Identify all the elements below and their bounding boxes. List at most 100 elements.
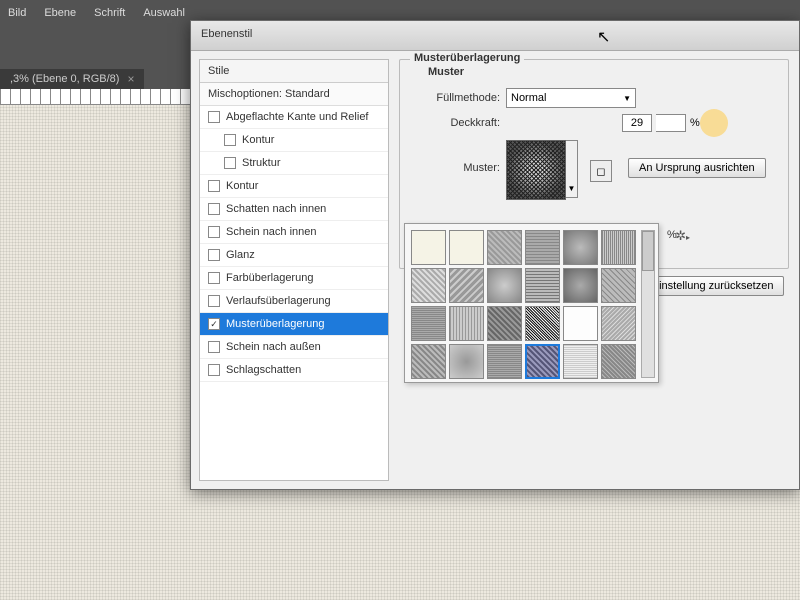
pattern-thumb[interactable]	[411, 268, 446, 303]
style-row-label: Schlagschatten	[226, 364, 301, 376]
menu-item-bild[interactable]: Bild	[8, 7, 26, 19]
pattern-thumb[interactable]	[601, 268, 636, 303]
style-row-label: Glanz	[226, 249, 255, 261]
checkbox[interactable]	[208, 341, 220, 353]
pattern-thumb[interactable]	[525, 268, 560, 303]
pattern-thumb[interactable]	[449, 306, 484, 341]
pattern-thumb[interactable]	[601, 306, 636, 341]
style-row-label: Verlaufsüberlagerung	[226, 295, 331, 307]
style-row-abgeflachte-kante-und-relief[interactable]: Abgeflachte Kante und Relief	[200, 106, 388, 129]
menu-item-auswahl[interactable]: Auswahl	[143, 7, 185, 19]
document-tab[interactable]: ,3% (Ebene 0, RGB/8) ×	[0, 69, 144, 89]
chevron-down-icon: ▼	[623, 94, 631, 103]
blend-mode-row: Füllmethode: Normal ▼	[410, 88, 778, 108]
pattern-dropdown-arrow[interactable]: ▼	[566, 140, 578, 198]
pattern-swatch[interactable]	[506, 140, 566, 200]
pattern-label: Muster:	[410, 140, 500, 174]
style-row-struktur[interactable]: Struktur	[200, 152, 388, 175]
checkbox[interactable]	[224, 134, 236, 146]
pattern-thumb[interactable]	[525, 306, 560, 341]
close-icon[interactable]: ×	[127, 72, 134, 86]
style-row-schein-nach-innen[interactable]: Schein nach innen	[200, 221, 388, 244]
checkbox[interactable]	[208, 203, 220, 215]
new-preset-button[interactable]: ◻	[590, 160, 612, 182]
style-row-label: Struktur	[242, 157, 281, 169]
scrollbar-thumb[interactable]	[642, 231, 654, 271]
pattern-thumb[interactable]	[563, 230, 598, 265]
pattern-thumb[interactable]	[487, 306, 522, 341]
pattern-thumb[interactable]	[601, 344, 636, 379]
pattern-thumb[interactable]	[563, 344, 598, 379]
menu-item-ebene[interactable]: Ebene	[44, 7, 76, 19]
pattern-thumb[interactable]	[411, 344, 446, 379]
style-row-label: Abgeflachte Kante und Relief	[226, 111, 369, 123]
styles-list: Stile Mischoptionen: Standard Abgeflacht…	[199, 59, 389, 481]
menu-item-schrift[interactable]: Schrift	[94, 7, 125, 19]
blend-mode-select[interactable]: Normal ▼	[506, 88, 636, 108]
style-row-verlaufs-berlagerung[interactable]: Verlaufsüberlagerung	[200, 290, 388, 313]
fieldset-sublegend: Muster	[424, 66, 468, 78]
document-tab-label: ,3% (Ebene 0, RGB/8)	[10, 73, 119, 85]
style-row-kontur[interactable]: Kontur	[200, 129, 388, 152]
style-row-muster-berlagerung[interactable]: ✓ Musterüberlagerung	[200, 313, 388, 336]
checkbox[interactable]	[208, 180, 220, 192]
style-row-label: Schein nach innen	[226, 226, 317, 238]
pattern-thumb[interactable]	[601, 230, 636, 265]
fieldset-legend: Musterüberlagerung	[410, 52, 524, 64]
opacity-label: Deckkraft:	[410, 117, 500, 129]
style-row-label: Schatten nach innen	[226, 203, 326, 215]
style-row-label: Schein nach außen	[226, 341, 321, 353]
layer-style-dialog: Ebenenstil Stile Mischoptionen: Standard…	[190, 20, 800, 490]
style-row-schatten-nach-innen[interactable]: Schatten nach innen	[200, 198, 388, 221]
dialog-title: Ebenenstil	[191, 21, 799, 51]
picker-scrollbar[interactable]	[641, 230, 655, 378]
ruler-horizontal	[0, 89, 190, 105]
pattern-picker-popup: ✲▸	[404, 223, 659, 383]
checkbox[interactable]	[208, 249, 220, 261]
style-row-label: Farbüberlagerung	[226, 272, 313, 284]
pattern-thumb[interactable]	[487, 344, 522, 379]
gear-icon[interactable]: ✲▸	[675, 228, 690, 244]
pattern-row: Muster: ▼ ◻ An Ursprung ausrichten	[410, 140, 778, 200]
checkbox[interactable]: ✓	[208, 318, 220, 330]
pattern-thumb[interactable]	[563, 268, 598, 303]
page-icon: ◻	[596, 165, 605, 178]
checkbox[interactable]	[224, 157, 236, 169]
pattern-thumb[interactable]	[525, 230, 560, 265]
pattern-thumb[interactable]	[487, 268, 522, 303]
effect-settings-panel: Musterüberlagerung Muster Füllmethode: N…	[389, 51, 799, 489]
pattern-thumb[interactable]	[449, 230, 484, 265]
pattern-grid	[411, 230, 652, 379]
blend-mode-label: Füllmethode:	[410, 92, 500, 104]
highlight-marker	[700, 109, 728, 137]
style-row-label: Kontur	[242, 134, 274, 146]
checkbox[interactable]	[208, 295, 220, 307]
checkbox[interactable]	[208, 272, 220, 284]
pattern-thumb[interactable]	[449, 344, 484, 379]
pattern-thumb[interactable]	[563, 306, 598, 341]
checkbox[interactable]	[208, 226, 220, 238]
snap-origin-button[interactable]: An Ursprung ausrichten	[628, 158, 766, 178]
pattern-thumb[interactable]	[411, 306, 446, 341]
style-row-label: Musterüberlagerung	[226, 318, 324, 330]
reset-button[interactable]: einstellung zurücksetzen	[642, 276, 784, 296]
checkbox[interactable]	[208, 111, 220, 123]
opacity-slider-stub[interactable]	[656, 114, 686, 132]
pattern-thumb[interactable]	[411, 230, 446, 265]
chevron-down-icon: ▼	[568, 184, 576, 193]
styles-header: Stile	[200, 60, 388, 83]
style-row-schlagschatten[interactable]: Schlagschatten	[200, 359, 388, 382]
style-row-kontur[interactable]: Kontur	[200, 175, 388, 198]
style-row-label: Kontur	[226, 180, 258, 192]
blend-mode-value: Normal	[511, 92, 546, 104]
pattern-thumb[interactable]	[449, 268, 484, 303]
style-row-glanz[interactable]: Glanz	[200, 244, 388, 267]
pattern-thumb[interactable]	[487, 230, 522, 265]
style-row-farb-berlagerung[interactable]: Farbüberlagerung	[200, 267, 388, 290]
checkbox[interactable]	[208, 364, 220, 376]
opacity-input[interactable]	[622, 114, 652, 132]
pattern-thumb[interactable]	[525, 344, 560, 379]
percent-label: %	[690, 117, 700, 129]
style-row-schein-nach-au-en[interactable]: Schein nach außen	[200, 336, 388, 359]
blend-options-row[interactable]: Mischoptionen: Standard	[200, 83, 388, 106]
